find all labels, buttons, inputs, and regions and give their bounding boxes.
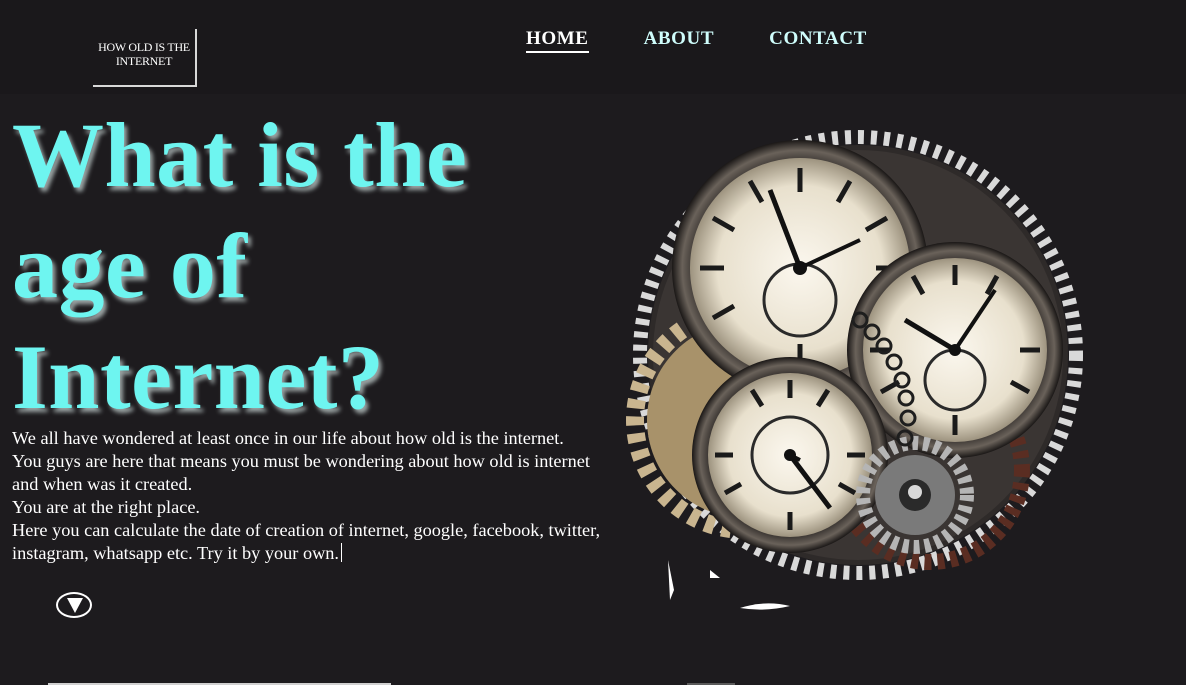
hero-title-line-2: age of bbox=[12, 215, 248, 317]
intro-paragraph-2: You guys are here that means you must be… bbox=[12, 451, 590, 494]
intro-paragraph-4: Here you can calculate the date of creat… bbox=[12, 519, 602, 565]
hero-title-line-3: Internet? bbox=[12, 326, 385, 428]
intro-paragraph-1: We all have wondered at least once in ou… bbox=[12, 428, 564, 448]
main-nav: HOME ABOUT CONTACT bbox=[526, 28, 867, 53]
text-cursor bbox=[341, 543, 343, 562]
nav-link-about[interactable]: ABOUT bbox=[644, 28, 715, 53]
hero-title: What is the age of Internet? bbox=[12, 100, 572, 433]
logo-line-1: HOW OLD IS THE bbox=[98, 40, 190, 54]
hero-title-line-1: What is the bbox=[12, 104, 468, 206]
nav-link-home[interactable]: HOME bbox=[526, 28, 589, 53]
intro-paragraph-4-text: Here you can calculate the date of creat… bbox=[12, 520, 601, 563]
chevron-down-icon bbox=[67, 598, 83, 613]
nav-link-contact[interactable]: CONTACT bbox=[769, 28, 867, 53]
intro-text: We all have wondered at least once in ou… bbox=[12, 427, 602, 565]
clock-gears-illustration bbox=[626, 130, 1083, 610]
logo-line-2: INTERNET bbox=[115, 54, 173, 68]
site-logo[interactable]: HOW OLD IS THE INTERNET bbox=[93, 29, 197, 87]
intro-paragraph-3: You are at the right place. bbox=[12, 497, 201, 517]
clock-face-bottom bbox=[692, 357, 888, 553]
scroll-down-button[interactable] bbox=[56, 592, 92, 618]
